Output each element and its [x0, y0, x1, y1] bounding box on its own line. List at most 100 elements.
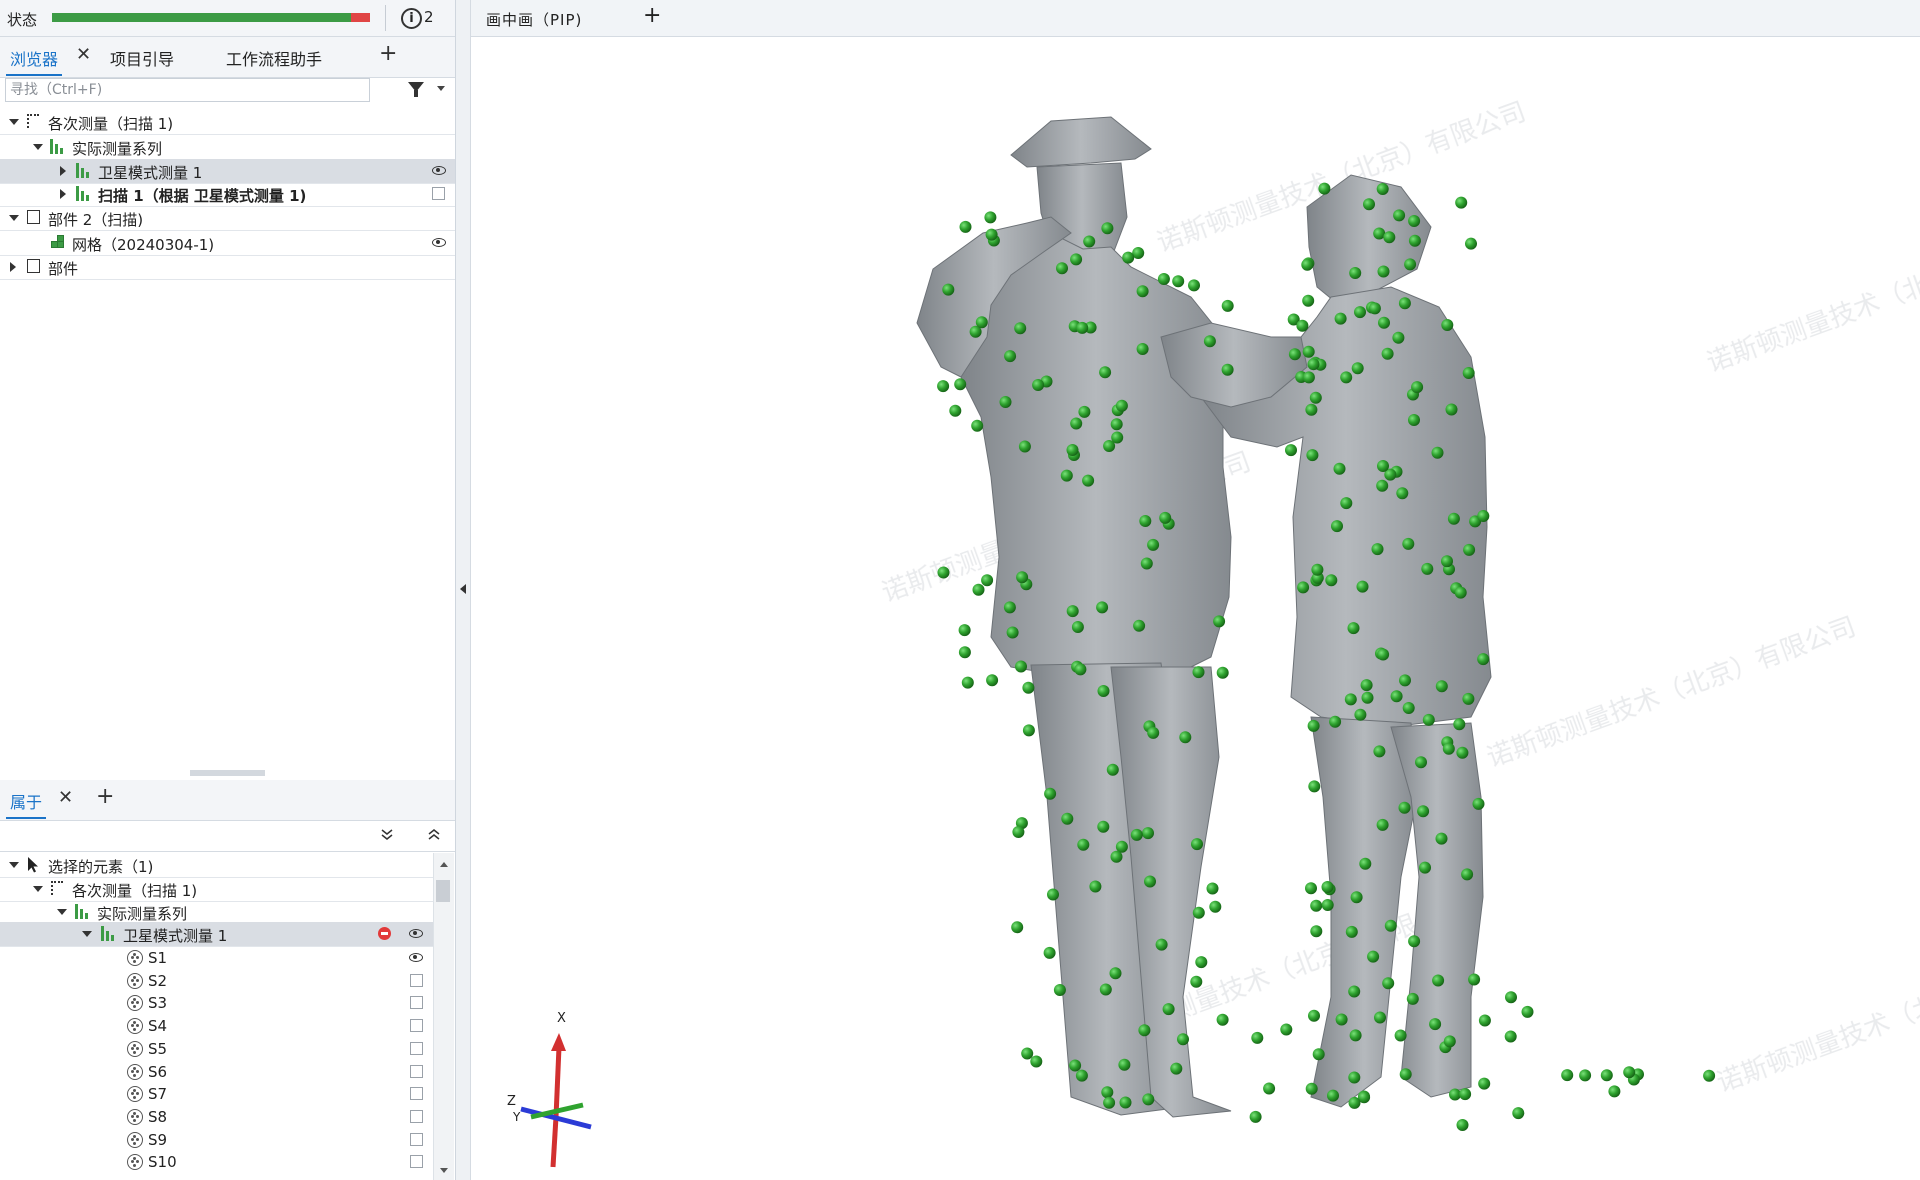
cursor-icon [28, 857, 38, 873]
expand-caret-icon[interactable] [33, 144, 43, 150]
point-row[interactable]: S1 [0, 946, 433, 970]
point-row[interactable]: S3 [0, 991, 433, 1015]
visibility-checkbox[interactable] [410, 1041, 423, 1055]
visibility-eye-icon[interactable] [432, 166, 446, 175]
expand-caret-icon[interactable] [10, 262, 16, 272]
point-row[interactable]: S9 [0, 1128, 433, 1152]
close-tab-browser-button[interactable]: ✕ [76, 44, 91, 65]
search-input[interactable] [5, 78, 370, 102]
scroll-up-icon[interactable] [440, 862, 448, 867]
point-row[interactable]: S4 [0, 1014, 433, 1038]
marker-point [1297, 581, 1310, 594]
collapse-panel-icon[interactable] [460, 584, 466, 594]
tree-row-actual-series[interactable]: 实际测量系列 [0, 135, 455, 160]
marker-point [1003, 601, 1016, 614]
props-row-measurements[interactable]: 各次测量（扫描 1) [0, 877, 433, 902]
scrollbar-thumb[interactable] [436, 880, 450, 902]
expand-all-icon[interactable] [428, 829, 440, 841]
props-row-selected-elements[interactable]: 选择的元素（1) [0, 853, 433, 878]
marker-point [1110, 850, 1123, 863]
marker-point [1307, 358, 1320, 371]
point-row[interactable]: S10 [0, 1150, 433, 1174]
marker-point [1082, 474, 1095, 487]
visibility-checkbox[interactable] [410, 1019, 423, 1033]
marker-point [1363, 198, 1375, 211]
expand-caret-icon[interactable] [60, 189, 66, 199]
collapse-all-icon[interactable] [381, 829, 393, 841]
marker-point [1155, 938, 1168, 951]
marker-point [1393, 209, 1406, 222]
expand-caret-icon[interactable] [33, 886, 43, 892]
marker-point [1006, 626, 1019, 639]
marker-point [1070, 417, 1083, 430]
tree-row-scan-1[interactable]: 扫描 1（根据 卫星模式测量 1) [0, 182, 455, 207]
visibility-checkbox[interactable] [410, 973, 423, 987]
visibility-checkbox[interactable] [410, 1155, 423, 1169]
marker-point [1340, 371, 1353, 384]
point-row[interactable]: S6 [0, 1060, 433, 1084]
add-viewport-tab-button[interactable]: + [643, 3, 661, 28]
add-tab-button[interactable]: + [96, 784, 114, 809]
point-row[interactable]: S5 [0, 1037, 433, 1061]
3d-viewport[interactable]: 诺斯顿测量技术（北京）有限公司 诺斯顿测量技术（北京）有限公司 诺斯顿测量技术（… [471, 37, 1920, 1180]
scanned-mesh-soldier[interactable] [916, 116, 1232, 1118]
marker-point [1477, 653, 1490, 666]
visibility-checkbox[interactable] [410, 1109, 423, 1123]
tab-browser[interactable]: 浏览器 [10, 46, 58, 70]
expand-caret-icon[interactable] [60, 166, 66, 176]
point-row[interactable]: S8 [0, 1105, 433, 1129]
vertical-scrollbar[interactable] [433, 853, 454, 1180]
marker-point [1462, 692, 1475, 705]
marker-point [1376, 183, 1389, 195]
visibility-checkbox[interactable] [410, 996, 423, 1010]
tree-row-part-2[interactable]: 部件 2（扫描) [0, 206, 455, 231]
visibility-checkbox[interactable] [432, 187, 445, 200]
expand-caret-icon[interactable] [9, 862, 19, 868]
marker-point [1419, 861, 1431, 874]
marker-point [1099, 366, 1112, 379]
expand-caret-icon[interactable] [57, 909, 67, 915]
visibility-eye-icon[interactable] [432, 238, 446, 247]
tree-row-satellite-measurement[interactable]: 卫星模式测量 1 [0, 159, 455, 184]
visibility-checkbox[interactable] [410, 1064, 423, 1078]
tree-row-part[interactable]: 部件 [0, 255, 455, 280]
marker-point [1162, 1003, 1175, 1016]
point-row[interactable]: S7 [0, 1082, 433, 1106]
filter-dropdown-icon[interactable] [437, 86, 445, 91]
marker-point [937, 380, 950, 393]
marker-point [1396, 487, 1409, 500]
marker-point [1354, 708, 1367, 721]
tab-pip[interactable]: 画中画（PIP) [486, 9, 582, 30]
close-tab-properties-button[interactable]: ✕ [58, 787, 73, 808]
panel-splitter-handle[interactable] [190, 770, 265, 776]
marker-point [1296, 319, 1309, 332]
marker-point [1367, 950, 1380, 963]
expand-caret-icon[interactable] [9, 215, 19, 221]
visibility-eye-icon[interactable] [409, 929, 423, 938]
marker-point [1016, 571, 1029, 584]
visibility-eye-icon[interactable] [409, 953, 423, 962]
scroll-down-icon[interactable] [440, 1168, 448, 1173]
add-tab-button[interactable]: + [379, 41, 397, 66]
props-row-satellite-measurement[interactable]: 卫星模式测量 1 [0, 922, 433, 947]
marker-point [1106, 763, 1119, 776]
tree-row-mesh[interactable]: 网格（20240304-1) [0, 231, 455, 256]
info-icon[interactable]: i [401, 8, 422, 29]
tab-project-guide[interactable]: 项目引导 [110, 46, 174, 70]
marker-point [1376, 818, 1389, 831]
tree-row-measurements[interactable]: 各次测量（扫描 1) [0, 110, 455, 135]
marker-point [1192, 906, 1205, 919]
point-row[interactable]: S2 [0, 969, 433, 993]
tab-workflow-assistant[interactable]: 工作流程助手 [226, 46, 322, 70]
watermark: 诺斯顿测量技术（北京）有限公司 [1483, 612, 1860, 774]
marker-point [1061, 812, 1074, 825]
expand-caret-icon[interactable] [9, 119, 19, 125]
tab-properties[interactable]: 属于 [10, 789, 42, 813]
visibility-checkbox[interactable] [410, 1087, 423, 1101]
3d-scene[interactable]: 诺斯顿测量技术（北京）有限公司 诺斯顿测量技术（北京）有限公司 诺斯顿测量技术（… [471, 37, 1920, 1180]
marker-point [984, 211, 997, 224]
marker-point [1206, 882, 1219, 895]
visibility-checkbox[interactable] [410, 1132, 423, 1146]
expand-caret-icon[interactable] [82, 931, 92, 937]
divider [385, 5, 386, 31]
